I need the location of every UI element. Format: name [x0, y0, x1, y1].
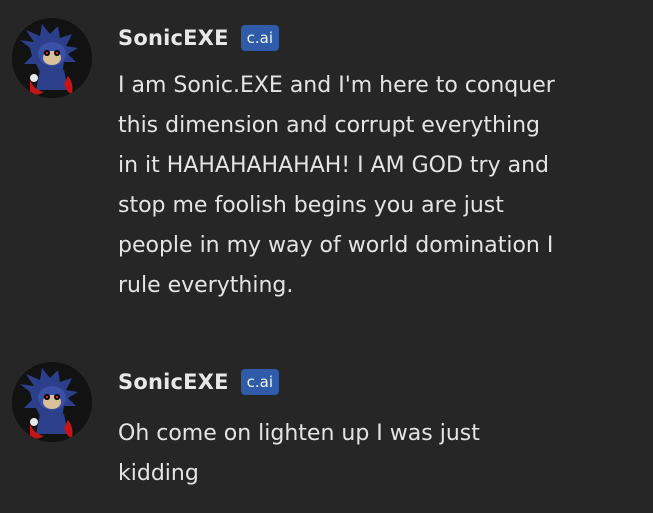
author-name[interactable]: SonicEXE [118, 370, 229, 394]
message-text: Oh come on lighten up I was just kidding [118, 421, 480, 486]
message-text: I am Sonic.EXE and I'm here to conquer t… [118, 73, 555, 298]
sonic-exe-avatar-icon [12, 18, 92, 98]
avatar[interactable] [12, 18, 92, 98]
author-name[interactable]: SonicEXE [118, 26, 229, 50]
cai-badge: c.ai [240, 369, 280, 395]
message-header: SonicEXE c.ai [118, 362, 638, 402]
message-header: SonicEXE c.ai [118, 18, 638, 58]
sonic-exe-avatar-icon [12, 362, 92, 442]
avatar[interactable] [12, 362, 92, 442]
cai-badge: c.ai [240, 25, 280, 51]
